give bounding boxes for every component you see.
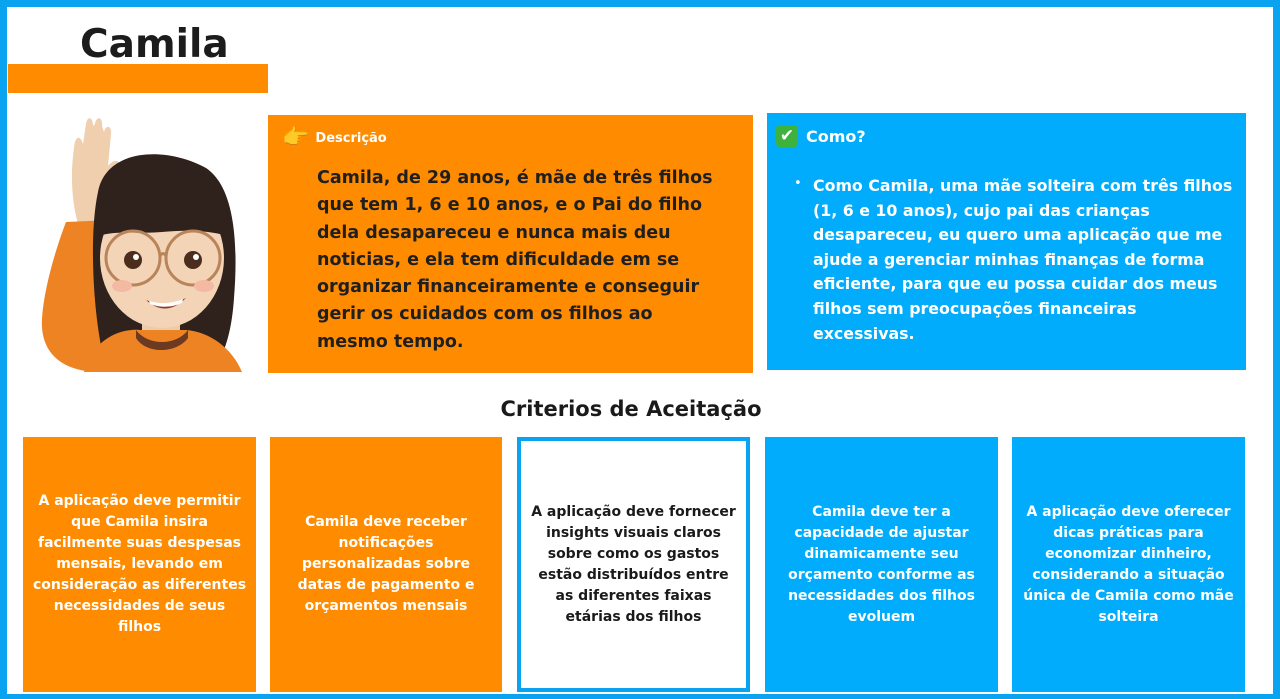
como-header: ✔ Como? — [776, 125, 866, 147]
criteria-card-2: Camila deve receber notificações persona… — [270, 437, 502, 692]
description-text: Camila, de 29 anos, é mãe de três filhos… — [317, 168, 713, 352]
description-card: 👉 Descrição Camila, de 29 anos, é mãe de… — [268, 115, 753, 373]
title-underline-bar — [8, 64, 268, 93]
criteria-title: Criterios de Aceitação — [500, 397, 762, 421]
criteria-text-2: Camila deve receber notificações persona… — [297, 514, 475, 614]
criteria-card-4: Camila deve ter a capacidade de ajustar … — [765, 437, 998, 692]
waving-girl-avatar-icon — [41, 118, 242, 372]
pointing-hand-icon: 👉 — [282, 125, 310, 150]
criteria-card-5: A aplicação deve oferecer dicas práticas… — [1012, 437, 1245, 692]
criteria-text-3: A aplicação deve fornecer insights visua… — [531, 503, 736, 625]
como-bullet-icon: • — [794, 176, 802, 191]
criteria-text-1: A aplicação deve permitir que Camila ins… — [32, 493, 247, 635]
check-mark-icon: ✔ — [776, 125, 798, 147]
como-heading: Como? — [806, 126, 866, 146]
como-card: ✔ Como? • Como Camila, uma mãe solteira … — [767, 113, 1246, 370]
description-header: 👉 Descrição — [282, 127, 387, 149]
criteria-card-1: A aplicação deve permitir que Camila ins… — [23, 437, 256, 692]
criteria-card-3: A aplicação deve fornecer insights visua… — [517, 437, 750, 692]
como-text: Como Camila, uma mãe solteira com três f… — [813, 176, 1233, 343]
criteria-text-5: A aplicação deve oferecer dicas práticas… — [1023, 503, 1234, 625]
description-heading: Descrição — [315, 130, 387, 146]
persona-name: Camila — [80, 22, 229, 67]
criteria-text-4: Camila deve ter a capacidade de ajustar … — [788, 503, 975, 625]
